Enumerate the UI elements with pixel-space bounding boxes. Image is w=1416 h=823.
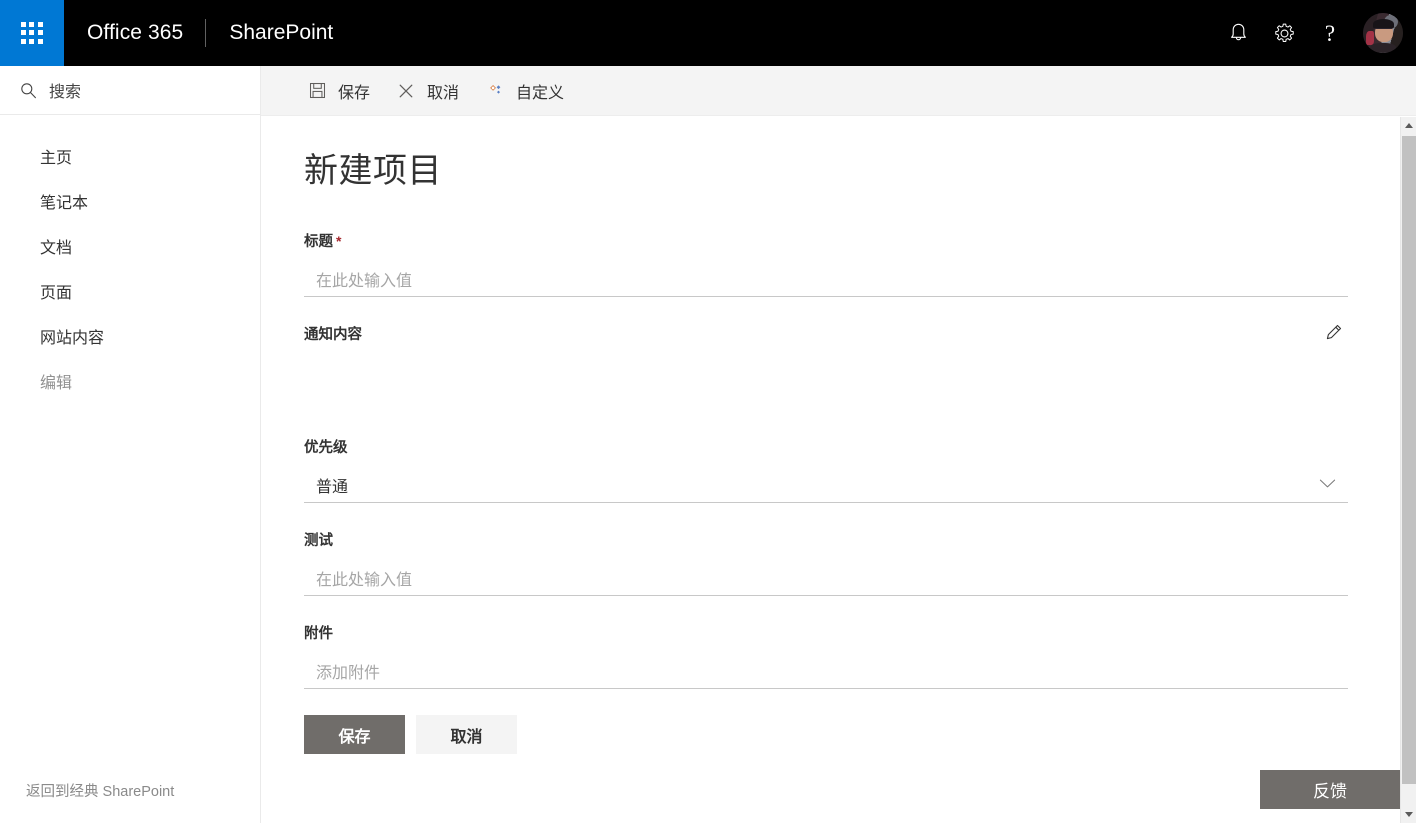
field-title-placeholder: 在此处输入值 [316, 272, 413, 290]
search-input[interactable]: 搜索 [0, 66, 260, 115]
page-title: 新建项目 [304, 152, 442, 190]
scrollbar-thumb[interactable] [1402, 136, 1416, 784]
field-attachment-input[interactable]: 添加附件 [304, 653, 1348, 689]
field-attachment: 附件 添加附件 [304, 622, 1348, 689]
sidebar-item-notebook[interactable]: 笔记本 [0, 178, 260, 223]
search-placeholder: 搜索 [49, 84, 82, 101]
sharepoint-app-link[interactable]: SharePoint [206, 21, 333, 45]
form-save-button[interactable]: 保存 [304, 715, 405, 754]
field-priority: 优先级 普通 [304, 436, 1348, 503]
sidebar-item-pages[interactable]: 页面 [0, 268, 260, 313]
notifications-button[interactable] [1215, 0, 1261, 66]
bell-icon [1230, 23, 1246, 41]
sidebar-item-documents[interactable]: 文档 [0, 223, 260, 268]
avatar[interactable] [1363, 13, 1403, 53]
field-test-placeholder: 在此处输入值 [316, 571, 413, 589]
sidebar-item-label: 文档 [40, 239, 73, 257]
field-notice-body[interactable] [304, 354, 1348, 388]
toolbar-cancel-button[interactable]: 取消 [383, 66, 472, 116]
field-test-label: 测试 [304, 533, 333, 549]
field-title: 标题 * 在此处输入值 [304, 230, 1348, 297]
field-priority-label: 优先级 [304, 440, 348, 456]
sidebar-item-edit[interactable]: 编辑 [0, 358, 260, 403]
header-actions: ? [1215, 0, 1416, 66]
form-panel: 新建项目 标题 * 在此处输入值 通知内容 优先级 普通 测试 在此处输入值 附… [261, 117, 1400, 823]
app-launcher-button[interactable] [0, 0, 64, 66]
avatar-accent [1366, 31, 1375, 45]
command-bar: 保存 取消 自定义 [261, 66, 1416, 116]
form-actions: 保存 取消 [304, 715, 1348, 784]
sidebar-item-site-contents[interactable]: 网站内容 [0, 313, 260, 358]
field-title-input[interactable]: 在此处输入值 [304, 261, 1348, 297]
field-priority-value: 普通 [316, 478, 349, 496]
feedback-button[interactable]: 反馈 [1260, 770, 1400, 809]
triangle-up-icon [1405, 123, 1413, 128]
sidebar-item-label: 主页 [40, 149, 73, 167]
field-notice-label: 通知内容 [304, 327, 362, 343]
sidebar: 搜索 主页 笔记本 文档 页面 网站内容 编辑 返回到经典 SharePoint [0, 66, 261, 823]
toolbar-cancel-label: 取消 [427, 84, 460, 102]
question-mark-icon: ? [1324, 20, 1336, 46]
office365-brand-link[interactable]: Office 365 [64, 21, 205, 45]
chevron-down-icon [1319, 476, 1336, 494]
form-content: 新建项目 标题 * 在此处输入值 通知内容 优先级 普通 测试 在此处输入值 附… [261, 117, 1400, 784]
toolbar-save-label: 保存 [338, 84, 371, 102]
settings-button[interactable] [1261, 0, 1307, 66]
sidebar-item-label: 页面 [40, 284, 73, 302]
close-x-icon [396, 81, 416, 101]
field-test-input[interactable]: 在此处输入值 [304, 560, 1348, 596]
toolbar-save-button[interactable]: 保存 [294, 66, 383, 116]
scroll-up-button[interactable] [1401, 117, 1416, 134]
sidebar-item-label: 网站内容 [40, 329, 105, 347]
sidebar-item-label: 编辑 [40, 374, 73, 392]
save-floppy-icon [307, 81, 327, 101]
triangle-down-icon [1405, 812, 1413, 817]
field-attachment-placeholder: 添加附件 [316, 664, 381, 682]
customize-powerapps-icon [485, 81, 505, 101]
field-test: 测试 在此处输入值 [304, 529, 1348, 596]
pencil-icon [1326, 324, 1341, 339]
field-priority-dropdown[interactable]: 普通 [304, 467, 1348, 503]
suite-header: Office 365 SharePoint ? [0, 0, 1416, 66]
vertical-scrollbar[interactable] [1400, 117, 1416, 823]
form-cancel-button[interactable]: 取消 [416, 715, 517, 754]
field-attachment-label: 附件 [304, 626, 333, 642]
sidebar-nav-list: 主页 笔记本 文档 页面 网站内容 编辑 [0, 115, 260, 403]
sidebar-item-label: 笔记本 [40, 194, 89, 212]
avatar-shirt [1370, 42, 1396, 53]
toolbar-customize-label: 自定义 [516, 84, 565, 102]
field-notice-row: 通知内容 [304, 323, 1348, 354]
required-asterisk: * [336, 233, 342, 249]
return-to-classic-sharepoint-link[interactable]: 返回到经典 SharePoint [26, 780, 174, 801]
field-title-label: 标题 * [304, 230, 341, 251]
field-notice-edit-button[interactable] [1318, 317, 1348, 347]
sidebar-item-home[interactable]: 主页 [0, 133, 260, 178]
gear-icon [1274, 23, 1294, 42]
search-icon [21, 82, 36, 98]
avatar-glasses [1375, 28, 1393, 32]
help-button[interactable]: ? [1307, 0, 1353, 66]
toolbar-customize-button[interactable]: 自定义 [472, 66, 577, 116]
waffle-icon [21, 22, 43, 44]
field-notice: 通知内容 [304, 323, 1348, 388]
scroll-down-button[interactable] [1401, 806, 1416, 823]
field-title-label-text: 标题 [304, 234, 333, 250]
